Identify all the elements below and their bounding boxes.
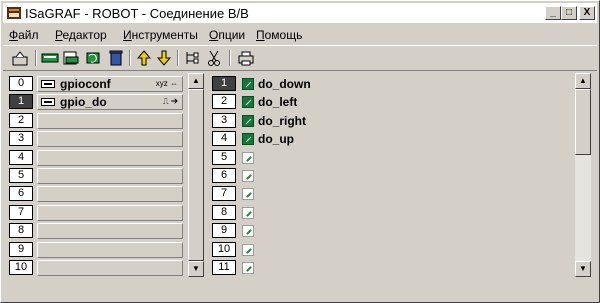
channel-number[interactable]: 1: [212, 76, 236, 91]
channels-list: 1 do_down 2 do_left 3 do_right 4 do_up 5 6 7 8 9 10 11: [212, 73, 572, 281]
board-slot-number[interactable]: 7: [9, 204, 33, 220]
channel-number[interactable]: 5: [212, 149, 236, 165]
channel-number[interactable]: 9: [212, 223, 236, 239]
board-edit-icon[interactable]: [63, 49, 81, 67]
board-slot[interactable]: [37, 204, 183, 221]
boards-scrollbar[interactable]: ▲ ▼: [188, 73, 204, 277]
board-slot-number[interactable]: 2: [9, 112, 33, 128]
board-slot[interactable]: [37, 149, 183, 166]
app-icon: [7, 7, 21, 19]
tree-icon[interactable]: [183, 49, 201, 67]
board-label: gpioconf: [60, 77, 111, 91]
scroll-up-button[interactable]: ▲: [188, 73, 204, 89]
board-slot[interactable]: gpioconf xyz ⇔: [37, 76, 183, 92]
channel-number[interactable]: 7: [212, 186, 236, 202]
board-label: gpio_do: [60, 95, 107, 110]
scroll-thumb[interactable]: [575, 89, 591, 155]
board-type-tag: xyz ⇔: [155, 79, 178, 88]
channel-variable-label[interactable]: do_left: [258, 95, 297, 109]
board-connect-icon[interactable]: [41, 49, 59, 67]
channel-number[interactable]: 4: [212, 131, 236, 147]
connected-variable-icon: [242, 114, 254, 127]
free-channel-icon: [242, 170, 254, 182]
free-channel-icon: [242, 206, 254, 219]
scroll-down-button[interactable]: ▼: [575, 261, 591, 277]
channel-number[interactable]: 6: [212, 168, 236, 183]
maximize-button[interactable]: □: [561, 6, 577, 20]
toolbar: [3, 45, 597, 71]
save-icon[interactable]: [11, 49, 29, 67]
menu-options[interactable]: Опции: [209, 28, 245, 42]
board-slot-number[interactable]: 5: [9, 168, 33, 183]
free-channel-icon: [242, 225, 254, 238]
connected-variable-icon: [242, 96, 254, 109]
scroll-thumb[interactable]: [188, 89, 204, 261]
board-slot-number[interactable]: 9: [9, 241, 33, 257]
delete-icon[interactable]: [107, 49, 125, 67]
channel-number[interactable]: 11: [212, 260, 236, 275]
board-slot[interactable]: [37, 112, 183, 129]
board-slot[interactable]: [37, 131, 183, 148]
menu-editor[interactable]: Редактор: [55, 28, 107, 42]
free-channel-icon: [242, 262, 254, 274]
connected-variable-icon: [242, 133, 254, 146]
board-slot[interactable]: [37, 223, 183, 240]
channel-variable-label[interactable]: do_up: [258, 132, 294, 146]
print-icon[interactable]: [237, 49, 255, 67]
channel-number[interactable]: 2: [212, 94, 236, 110]
window-title: ISaGRAF - ROBOT - Соединение В/В: [25, 6, 249, 21]
menu-tools[interactable]: Инструменты: [123, 28, 198, 42]
toolbar-separator: [35, 50, 37, 66]
board-icon: [41, 80, 55, 88]
minimize-button[interactable]: _: [545, 6, 561, 20]
free-channel-icon: [242, 243, 254, 256]
toolbar-separator: [229, 50, 231, 66]
board-refresh-icon[interactable]: [85, 49, 103, 67]
board-slot-number[interactable]: 0: [9, 76, 33, 91]
title-bar[interactable]: ISaGRAF - ROBOT - Соединение В/В _ □ X: [3, 3, 597, 23]
close-button[interactable]: X: [579, 6, 595, 20]
board-slot-number[interactable]: 4: [9, 149, 33, 165]
board-slot-number[interactable]: 10: [9, 260, 33, 275]
channel-variable-label[interactable]: do_down: [258, 77, 311, 91]
scissors-icon[interactable]: [205, 49, 223, 67]
connected-variable-icon: [242, 78, 254, 90]
free-channel-icon: [242, 188, 254, 201]
board-slot-number[interactable]: 6: [9, 186, 33, 202]
board-slot[interactable]: [37, 168, 183, 184]
free-channel-icon: [242, 151, 254, 164]
channel-number[interactable]: 3: [212, 112, 236, 128]
menu-file[interactable]: Файл: [9, 28, 39, 42]
board-slot[interactable]: [37, 260, 183, 276]
board-slot-number[interactable]: 8: [9, 223, 33, 239]
menu-bar: Файл Редактор Инструменты Опции Помощь: [3, 25, 597, 44]
toolbar-separator: [177, 50, 179, 66]
channels-scrollbar[interactable]: ▲ ▼: [575, 73, 591, 277]
channel-number[interactable]: 8: [212, 204, 236, 220]
boards-list: 0 gpioconf xyz ⇔ 1 gpio_do ⎍ ➔ 2 3 4 5 6 7 8 9 10: [9, 73, 205, 281]
move-up-icon[interactable]: [135, 49, 153, 67]
channel-number[interactable]: 10: [212, 241, 236, 257]
channel-variable-label[interactable]: do_right: [258, 114, 306, 128]
toolbar-separator: [129, 50, 131, 66]
scroll-down-button[interactable]: ▼: [188, 261, 204, 277]
move-down-icon[interactable]: [155, 49, 173, 67]
menu-help[interactable]: Помощь: [256, 28, 302, 42]
board-slot[interactable]: [37, 241, 183, 258]
board-type-tag: ⎍ ➔: [163, 97, 178, 107]
board-slot-number[interactable]: 3: [9, 131, 33, 147]
board-slot[interactable]: [37, 186, 183, 203]
scroll-up-button[interactable]: ▲: [575, 73, 591, 89]
board-slot-number[interactable]: 1: [9, 94, 33, 110]
board-slot[interactable]: gpio_do ⎍ ➔: [37, 94, 183, 111]
app-window: ISaGRAF - ROBOT - Соединение В/В _ □ X Ф…: [0, 0, 600, 303]
board-icon: [41, 98, 55, 107]
